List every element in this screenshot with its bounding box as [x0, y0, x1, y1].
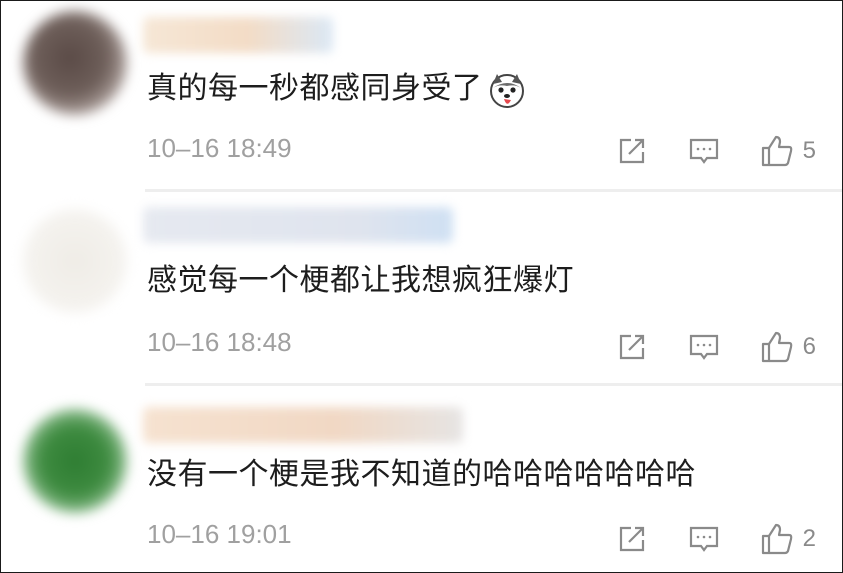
- comment-list: 真的每一秒都感同身受了 10–16 18:49 5 感觉每一个梗都让我想疯狂爆灯…: [0, 0, 843, 573]
- divider: [145, 189, 842, 192]
- avatar[interactable]: [23, 209, 127, 313]
- share-button[interactable]: [615, 522, 649, 556]
- divider: [145, 383, 842, 386]
- husky-tongue-emoji-icon: [487, 70, 527, 110]
- comment-text: 没有一个梗是我不知道的哈哈哈哈哈哈哈: [147, 457, 696, 492]
- thumbs-up-icon: [761, 135, 792, 167]
- comment-text: 真的每一秒都感同身受了: [147, 63, 527, 115]
- username-blurred[interactable]: [143, 407, 463, 443]
- avatar[interactable]: [23, 11, 127, 115]
- reply-comment-icon: [689, 334, 718, 360]
- comment-actions: 5: [577, 131, 816, 171]
- avatar[interactable]: [23, 409, 127, 513]
- share-button[interactable]: [615, 134, 649, 168]
- like-button[interactable]: 2: [759, 521, 816, 557]
- reply-button[interactable]: [687, 134, 721, 168]
- like-count: 6: [802, 333, 816, 360]
- comment-actions: 6: [577, 327, 816, 367]
- thumbs-up-icon: [761, 523, 792, 555]
- comment-item: 没有一个梗是我不知道的哈哈哈哈哈哈哈 10–16 19:01 2: [1, 391, 842, 572]
- comment-item: 感觉每一个梗都让我想疯狂爆灯 10–16 18:48 6: [1, 197, 842, 385]
- reply-button[interactable]: [687, 522, 721, 556]
- share-icon: [619, 526, 644, 552]
- like-count: 5: [802, 137, 816, 164]
- like-button[interactable]: 5: [759, 133, 816, 169]
- share-icon: [619, 334, 644, 360]
- like-count: 2: [802, 525, 816, 552]
- comment-timestamp: 10–16 19:01: [147, 519, 292, 549]
- username-blurred[interactable]: [143, 17, 333, 53]
- reply-comment-icon: [689, 526, 718, 552]
- reply-button[interactable]: [687, 330, 721, 364]
- comment-timestamp: 10–16 18:48: [147, 327, 292, 357]
- reply-comment-icon: [689, 138, 718, 164]
- like-button[interactable]: 6: [759, 329, 816, 365]
- share-button[interactable]: [615, 330, 649, 364]
- thumbs-up-icon: [761, 331, 792, 363]
- comment-item: 真的每一秒都感同身受了 10–16 18:49 5: [1, 1, 842, 189]
- comment-actions: 2: [577, 519, 816, 559]
- comment-timestamp: 10–16 18:49: [147, 133, 292, 163]
- share-icon: [619, 138, 644, 164]
- username-blurred[interactable]: [143, 207, 453, 243]
- comment-text: 感觉每一个梗都让我想疯狂爆灯: [147, 263, 574, 298]
